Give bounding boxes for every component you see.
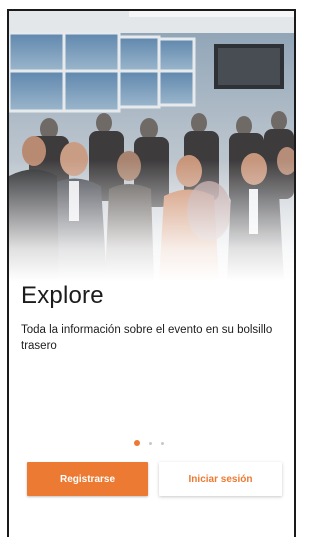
frame-edge-right xyxy=(294,9,296,537)
app-screen: Explore Toda la información sobre el eve… xyxy=(0,0,298,537)
page-dot-3[interactable] xyxy=(161,441,164,445)
onboarding-description: Toda la información sobre el evento en s… xyxy=(21,324,273,352)
onboarding-title: Explore xyxy=(21,282,104,309)
register-button[interactable]: Registrarse xyxy=(27,462,148,496)
hero-image xyxy=(9,11,294,281)
top-margin xyxy=(0,0,298,9)
page-indicator xyxy=(134,439,164,447)
login-button[interactable]: Iniciar sesión xyxy=(159,462,282,496)
hero-fade-overlay xyxy=(9,11,294,281)
page-dot-1-active[interactable] xyxy=(134,440,140,446)
page-dot-2[interactable] xyxy=(149,441,152,445)
